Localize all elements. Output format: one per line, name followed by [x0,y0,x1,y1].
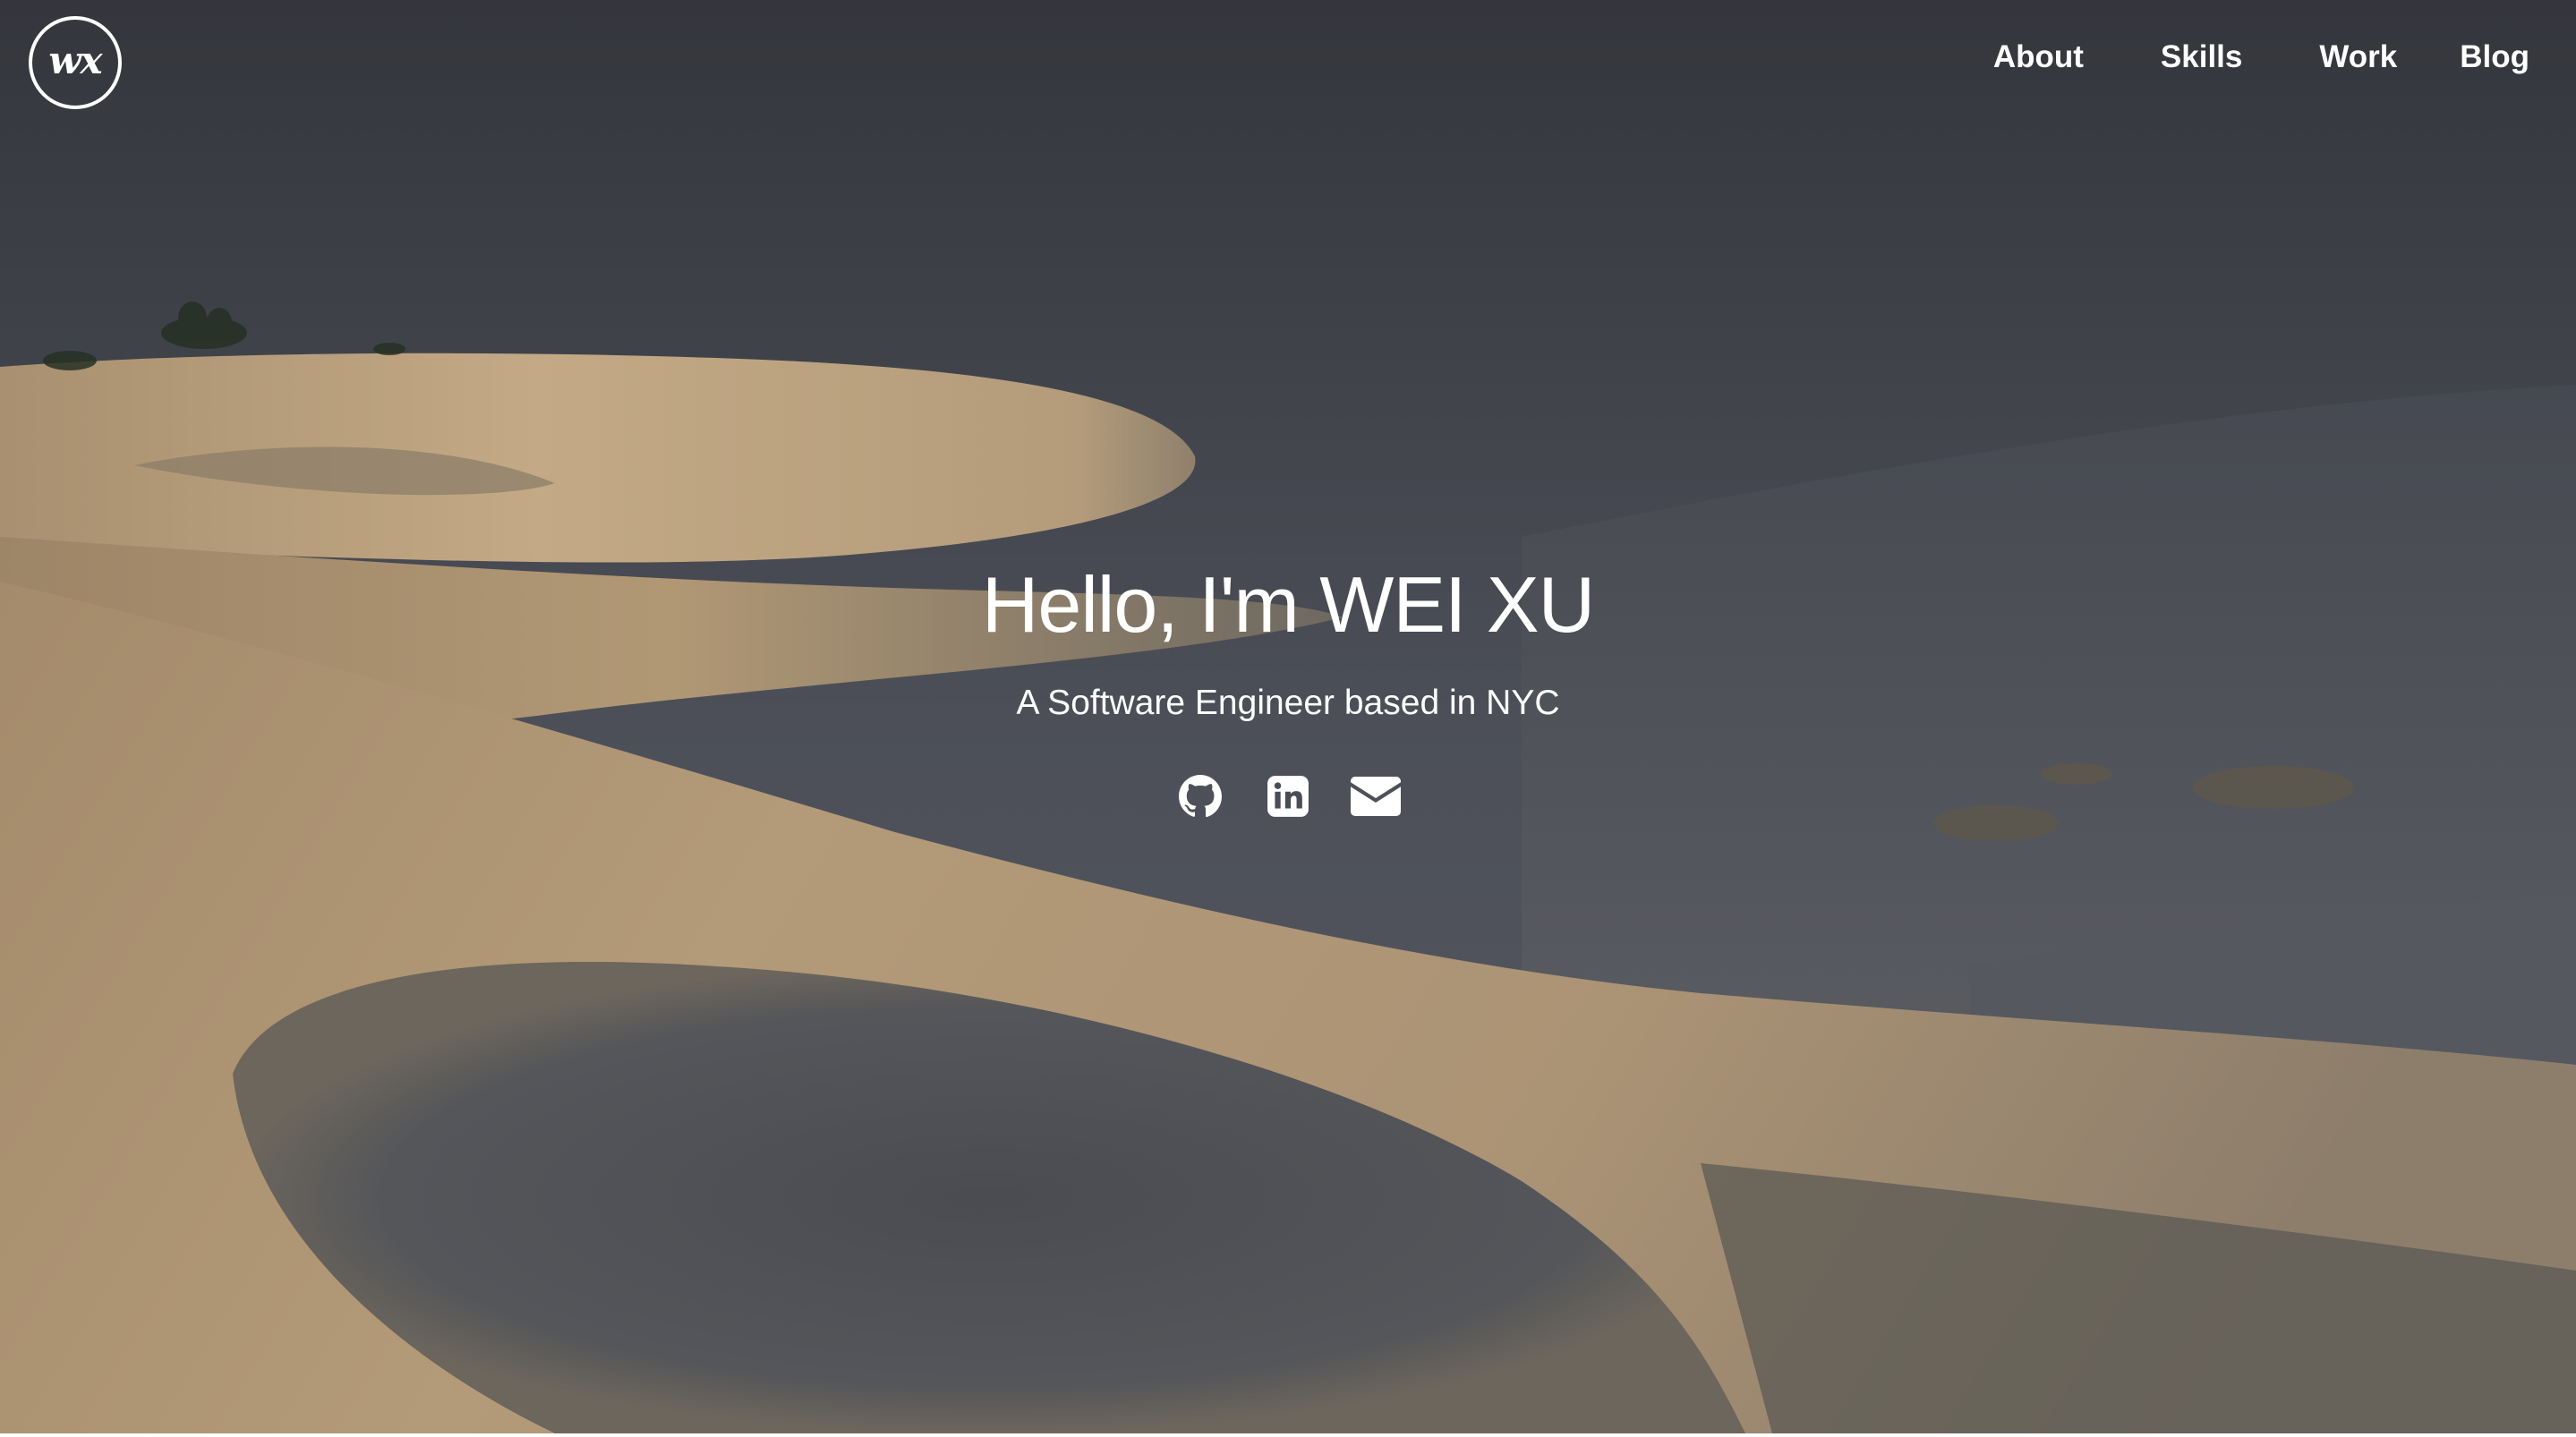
logo-text: wx [48,38,102,82]
nav-link-skills[interactable]: Skills [2161,41,2242,72]
github-icon [1179,774,1222,817]
nav-link-blog[interactable]: Blog [2460,41,2529,72]
email-icon [1351,776,1401,816]
linkedin-icon [1267,775,1309,817]
nav-link-about[interactable]: About [1993,41,2084,72]
logo[interactable]: wx [29,16,122,109]
intro: Hello, I'm WEI XU A Software Engineer ba… [0,560,2576,821]
page-title: Hello, I'm WEI XU [981,560,1595,649]
hero-section: wx About Skills Work Blog Hello, I'm WEI… [0,0,2576,1433]
main-nav: About Skills Work Blog [1993,41,2529,72]
nav-link-work[interactable]: Work [2319,41,2397,72]
email-link[interactable] [1351,771,1401,821]
linkedin-link[interactable] [1263,771,1313,821]
page-subtitle: A Software Engineer based in NYC [1016,683,1560,722]
github-link[interactable] [1175,771,1225,821]
social-links [0,771,2576,821]
